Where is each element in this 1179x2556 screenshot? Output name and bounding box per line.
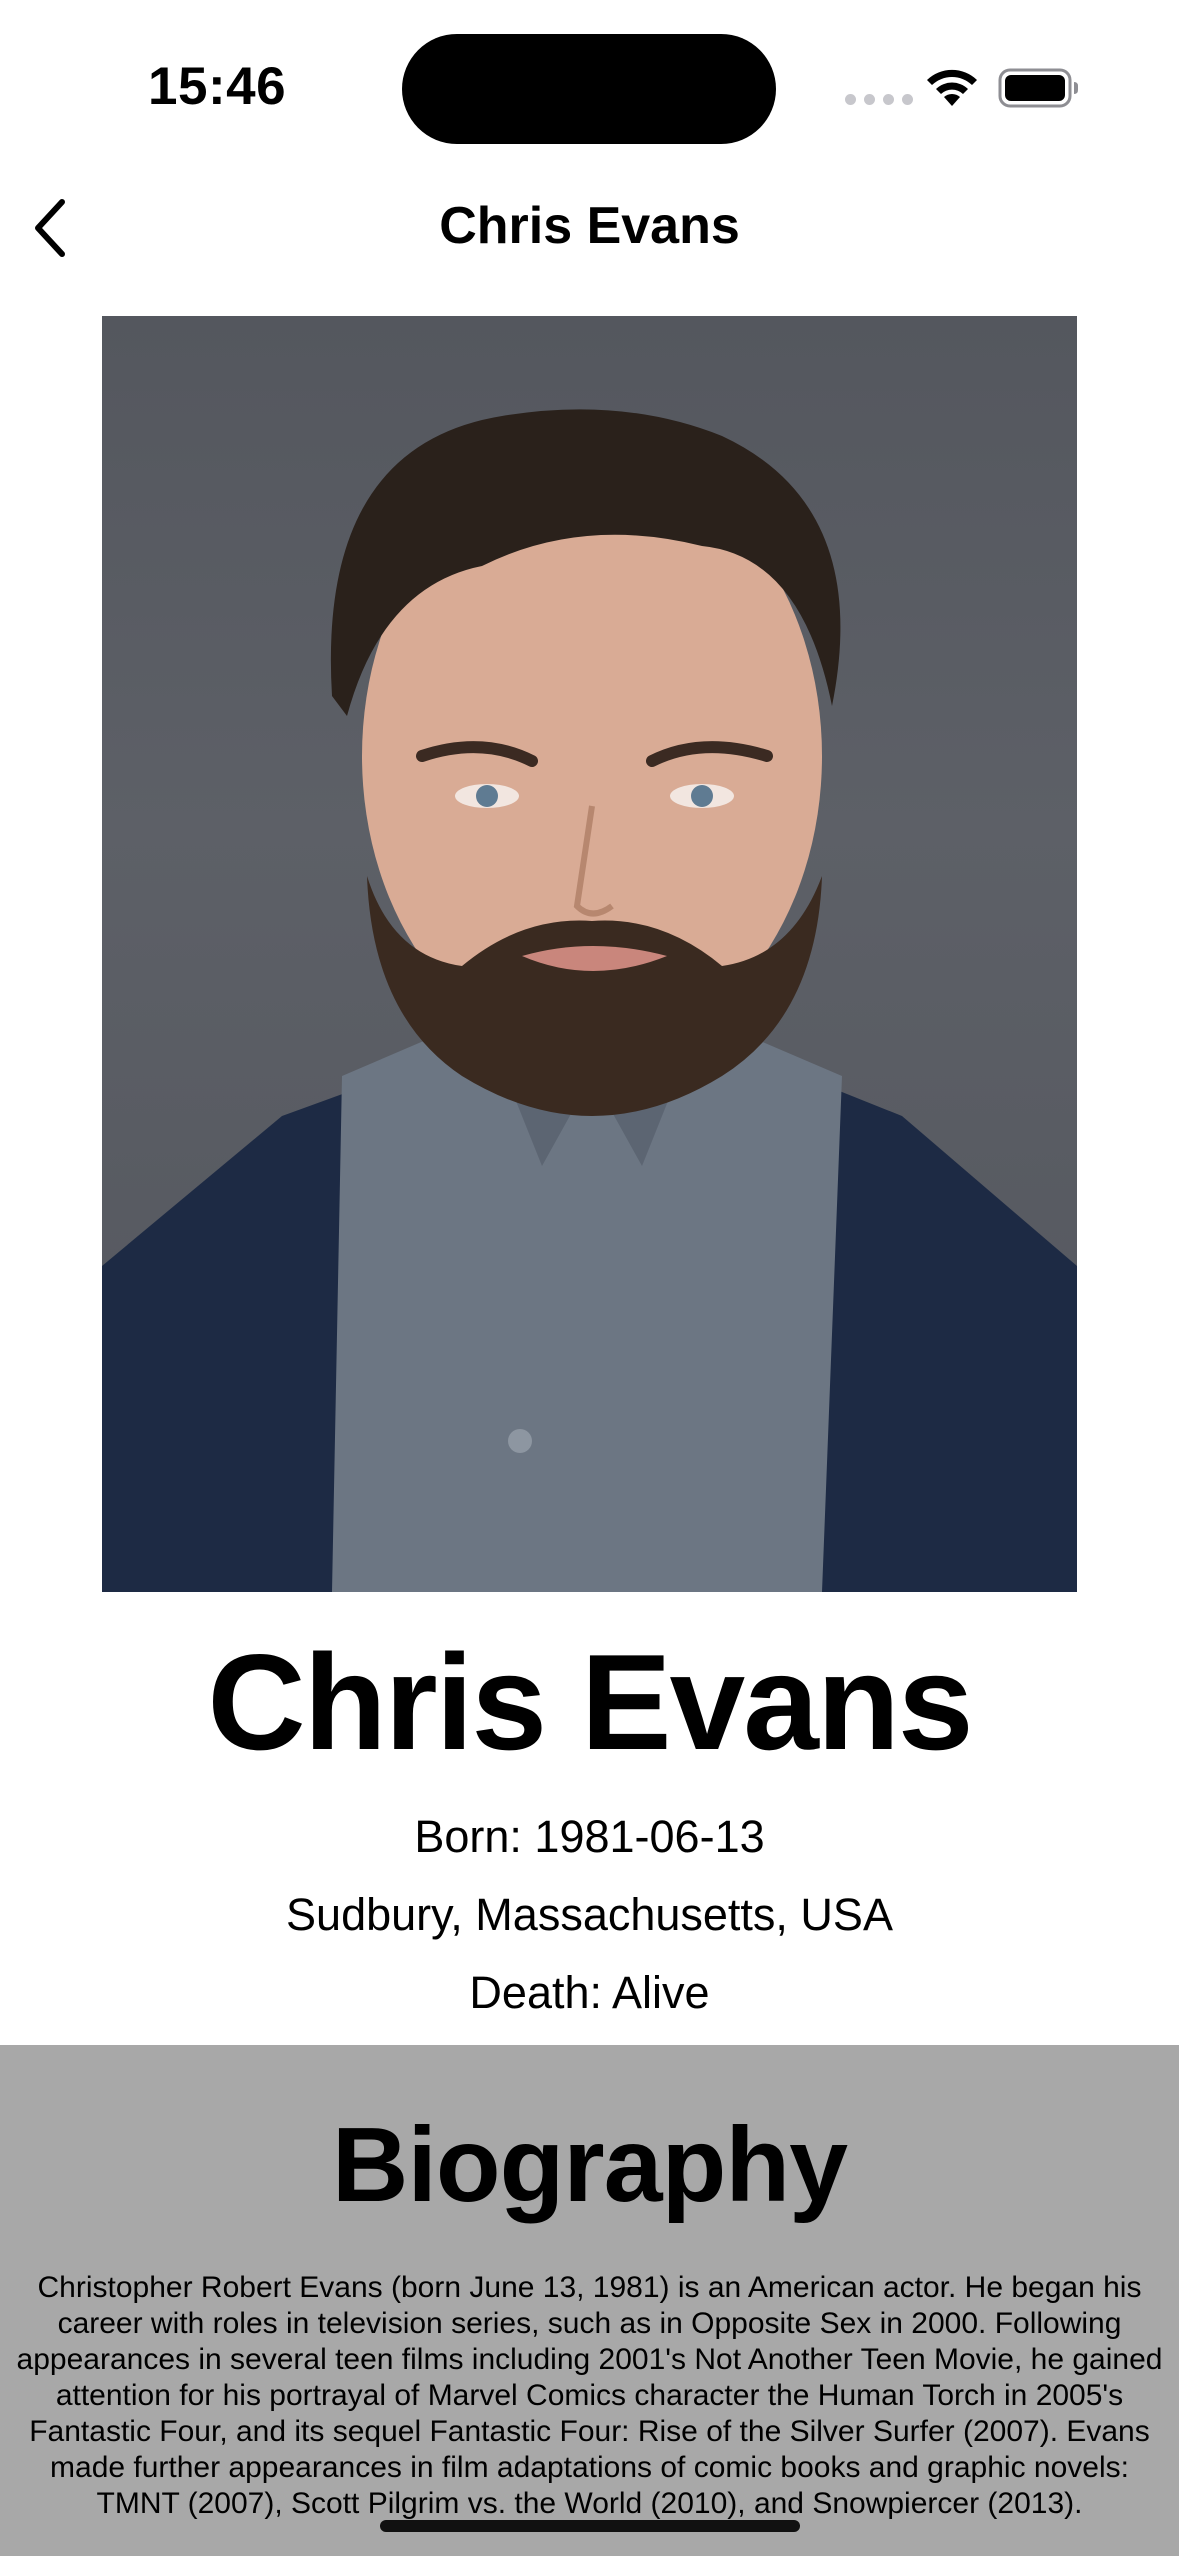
actor-detail-screen: 15:46 Chris Evans Chris Evans Born: 1981… [0, 0, 1179, 2556]
home-indicator[interactable] [380, 2520, 800, 2532]
status-bar: 15:46 [0, 0, 1179, 170]
status-time: 15:46 [148, 57, 287, 116]
wifi-icon [927, 69, 977, 106]
biography-section: Biography Christopher Robert Evans (born… [0, 2045, 1179, 2556]
death-status: Death: Alive [469, 1967, 710, 2018]
nav-title: Chris Evans [439, 197, 740, 255]
biography-title: Biography [331, 2106, 848, 2224]
battery-icon [998, 68, 1078, 108]
dynamic-island [402, 34, 776, 144]
actor-photo [102, 316, 1077, 1592]
birthplace: Sudbury, Massachusetts, USA [286, 1889, 893, 1940]
birth-date: Born: 1981-06-13 [414, 1811, 765, 1862]
cellular-signal-icon [845, 94, 913, 105]
biography-text: Christopher Robert Evans (born June 13, … [16, 2271, 1163, 2520]
navigation-bar: Chris Evans [0, 170, 1179, 286]
actor-name: Chris Evans [207, 1626, 973, 1778]
